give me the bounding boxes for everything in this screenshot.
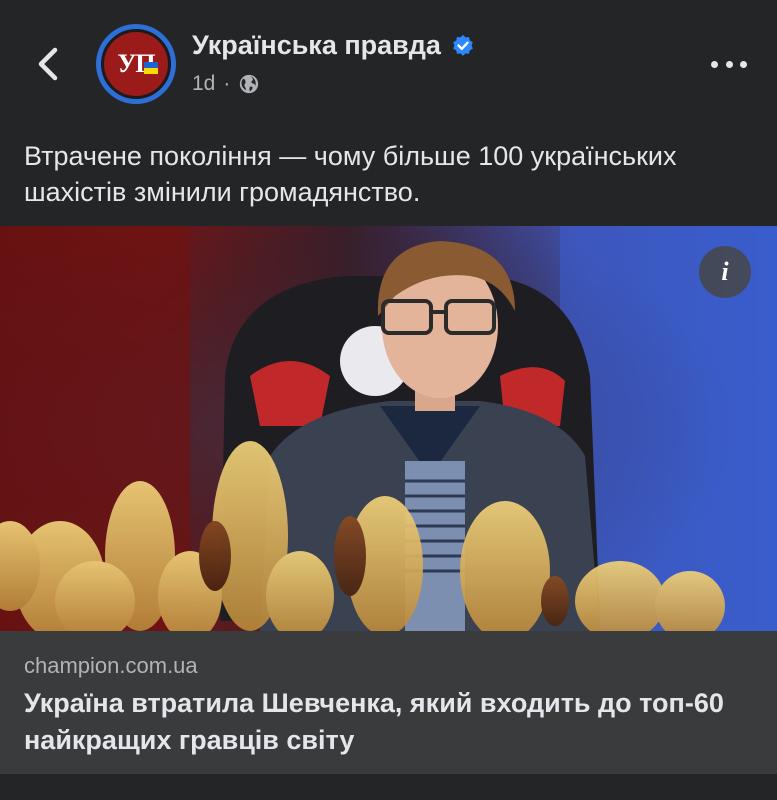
page-name-row: Українська правда bbox=[192, 30, 475, 61]
info-button[interactable]: i bbox=[699, 246, 751, 298]
link-title: Україна втратила Шевченка, який входить … bbox=[24, 688, 724, 755]
meta-separator: · bbox=[223, 72, 231, 95]
verified-badge-icon bbox=[453, 34, 473, 56]
post-image[interactable]: i bbox=[0, 226, 777, 631]
chevron-left-icon bbox=[38, 47, 58, 81]
more-dot bbox=[740, 60, 747, 68]
post-time[interactable]: 1d bbox=[192, 72, 215, 96]
chess-player-photo bbox=[0, 226, 777, 631]
page-avatar[interactable]: УП bbox=[96, 24, 176, 104]
post-page: УП Українська правда 1d · Втрачене покол… bbox=[0, 0, 777, 800]
post-header: УП Українська правда 1d · bbox=[0, 0, 777, 120]
page-name[interactable]: Українська правда bbox=[192, 30, 441, 61]
post-text: Втрачене покоління — чому більше 100 укр… bbox=[24, 141, 677, 207]
avatar-logo: УП bbox=[101, 29, 171, 99]
link-preview[interactable]: champion.com.ua Україна втратила Шевченк… bbox=[0, 631, 777, 774]
more-horizontal-icon bbox=[711, 60, 718, 68]
reaction-bar bbox=[0, 774, 777, 800]
ukraine-flag-icon bbox=[144, 62, 158, 74]
info-icon: i bbox=[721, 257, 729, 286]
back-button[interactable] bbox=[30, 44, 66, 84]
globe-icon bbox=[240, 74, 259, 94]
more-dot bbox=[725, 60, 733, 68]
link-domain: champion.com.ua bbox=[24, 653, 198, 678]
more-options-button[interactable] bbox=[711, 50, 747, 78]
post-meta: 1d · bbox=[192, 72, 260, 96]
